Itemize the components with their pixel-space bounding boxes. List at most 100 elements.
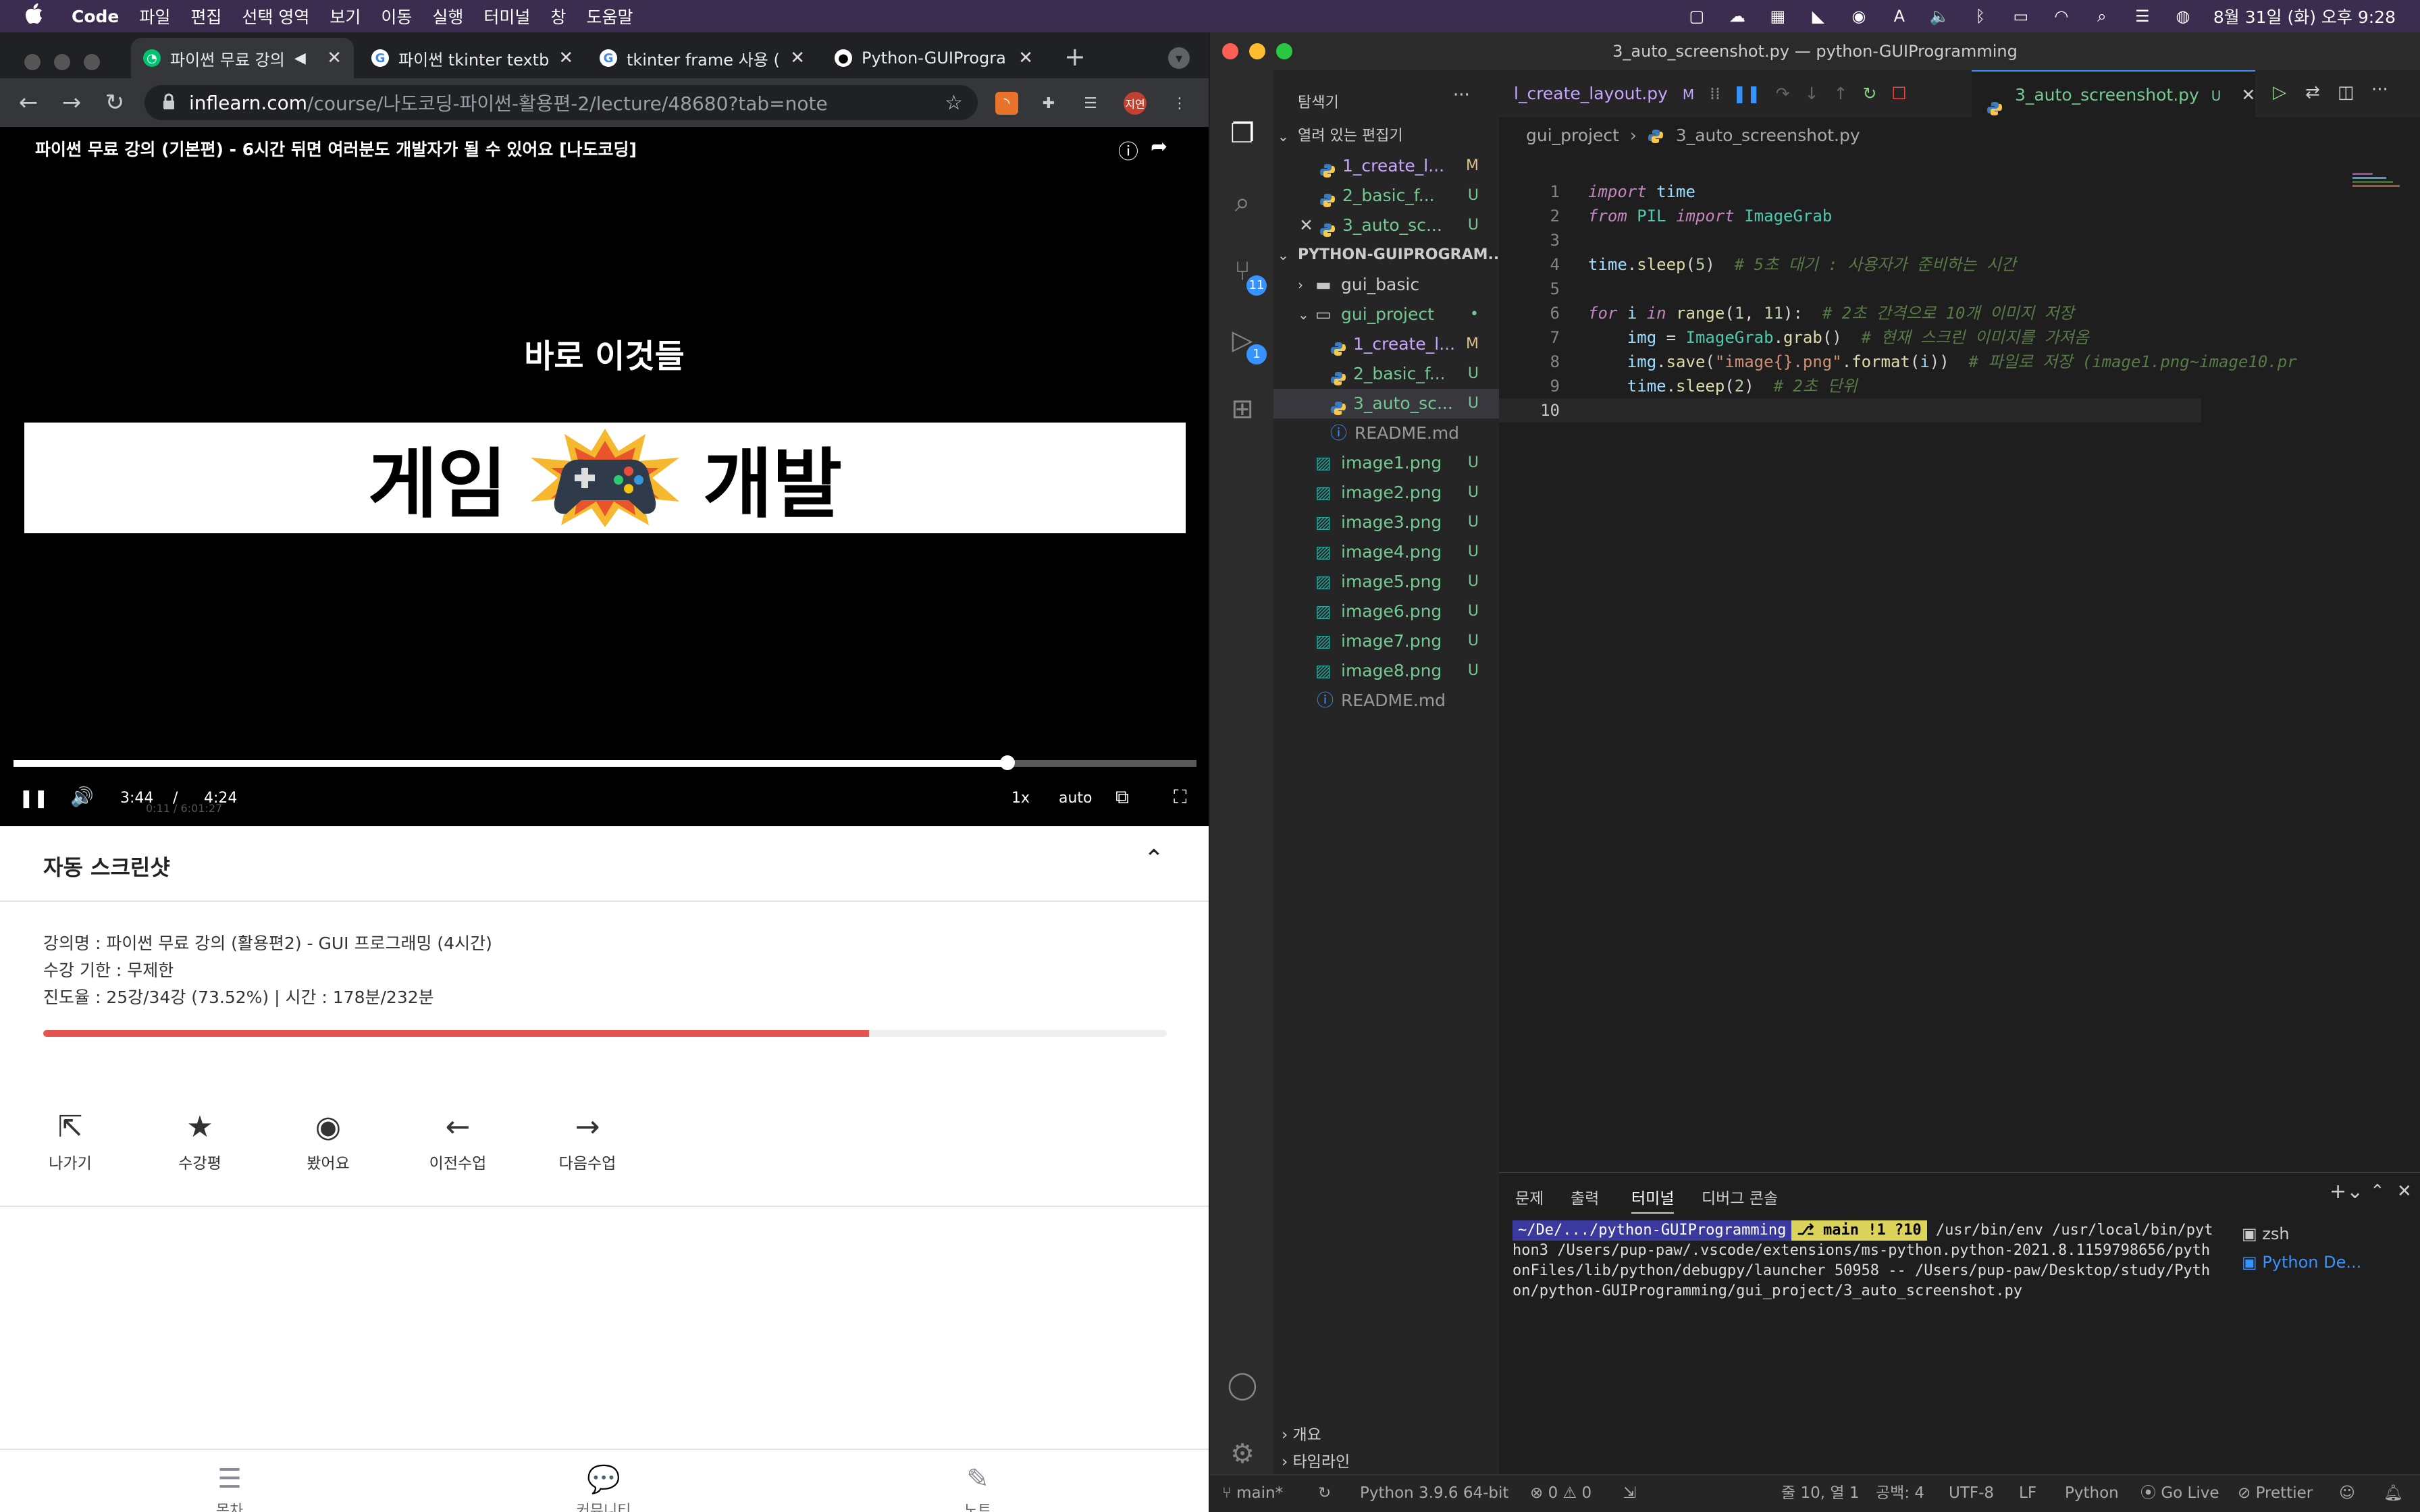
open-editor-item[interactable]: 1_create_l... M bbox=[1273, 151, 1499, 181]
menu-file[interactable]: 파일 bbox=[139, 4, 170, 28]
window-close-button[interactable] bbox=[1222, 43, 1238, 59]
tree-file[interactable]: ▨ image3.png U bbox=[1273, 508, 1499, 537]
browser-tab-google-2[interactable]: G tkinter frame 사용 ( ✕ bbox=[587, 38, 817, 78]
menu-app-name[interactable]: Code bbox=[72, 7, 119, 26]
panel-tab-terminal[interactable]: 터미널 bbox=[1631, 1185, 1675, 1214]
open-editor-item[interactable]: 2_basic_f... U bbox=[1273, 181, 1499, 211]
breadcrumb-file[interactable]: 3_auto_screenshot.py bbox=[1676, 126, 1860, 145]
screen-icon[interactable]: ▢ bbox=[1687, 7, 1707, 26]
panel-tab-debug-console[interactable]: 디버그 콘솔 bbox=[1702, 1185, 1778, 1208]
more-actions-icon[interactable]: ··· bbox=[2371, 80, 2388, 100]
address-bar[interactable]: inflearn.com/course/나도코딩-파이썬-활용편-2/lectu… bbox=[144, 85, 978, 120]
encoding[interactable]: UTF-8 bbox=[1949, 1476, 1994, 1511]
bluetooth-icon[interactable]: ᛒ bbox=[1970, 7, 1991, 26]
menu-edit[interactable]: 편집 bbox=[190, 4, 221, 28]
drag-handle-icon[interactable]: ⁞⁞ bbox=[1710, 84, 1720, 103]
tree-file[interactable]: 2_basic_f... U bbox=[1273, 359, 1499, 389]
nav-community[interactable]: 💬 커뮤니티 bbox=[563, 1463, 644, 1512]
volume-button[interactable]: 🔊 bbox=[70, 786, 94, 808]
bookmark-star-icon[interactable]: ☆ bbox=[945, 91, 963, 115]
picture-in-picture-icon[interactable]: ⧉ bbox=[1115, 786, 1129, 809]
step-over-icon[interactable]: ↷ bbox=[1776, 84, 1790, 103]
review-button[interactable]: ★ 수강평 bbox=[159, 1110, 240, 1173]
previous-lesson-button[interactable]: ← 이전수업 bbox=[417, 1110, 498, 1173]
volume-icon[interactable]: 🔈 bbox=[1930, 7, 1950, 26]
new-terminal-icon[interactable]: +⌄ bbox=[2330, 1180, 2363, 1204]
panel-tab-problems[interactable]: 문제 bbox=[1515, 1185, 1544, 1208]
maximize-panel-icon[interactable]: ⌃ bbox=[2370, 1181, 2385, 1202]
tree-file[interactable]: ⓘ README.md bbox=[1273, 686, 1499, 716]
menu-help[interactable]: 도움말 bbox=[586, 4, 633, 28]
extensions-puzzle-icon[interactable]: ✚ bbox=[1037, 92, 1060, 115]
tab-mute-icon[interactable]: ◀︎ bbox=[294, 50, 306, 67]
tree-file[interactable]: ▨ image8.png U bbox=[1273, 656, 1499, 686]
debug-pause-icon[interactable]: ❚❚ bbox=[1733, 84, 1761, 103]
minimap[interactable] bbox=[2352, 173, 2413, 200]
app-status-icon[interactable]: ◣ bbox=[1808, 7, 1829, 26]
playback-speed[interactable]: 1x bbox=[1011, 790, 1030, 807]
split-editor-icon[interactable]: ◫ bbox=[2338, 82, 2355, 103]
quality-setting[interactable]: auto bbox=[1059, 790, 1093, 807]
cursor-position[interactable]: 줄 10, 열 1 bbox=[1781, 1476, 1859, 1511]
window-zoom-button[interactable] bbox=[1276, 43, 1292, 59]
window-close-button[interactable] bbox=[24, 54, 41, 70]
menu-terminal[interactable]: 터미널 bbox=[483, 4, 530, 28]
step-out-icon[interactable]: ↑ bbox=[1834, 84, 1848, 103]
back-button[interactable]: ← bbox=[7, 89, 50, 116]
editor-tab[interactable]: l_create_layout.py M bbox=[1499, 70, 1709, 117]
chrome-menu-icon[interactable]: ⋮ bbox=[1168, 92, 1191, 115]
window-minimize-button[interactable] bbox=[1249, 43, 1265, 59]
prettier[interactable]: ⊘ Prettier bbox=[2238, 1476, 2313, 1511]
control-center-icon[interactable]: ☰ bbox=[2132, 7, 2153, 26]
editor-tab-active[interactable]: 3_auto_screenshot.py U ✕ bbox=[1972, 70, 2255, 117]
restart-icon[interactable]: ↻ bbox=[1862, 84, 1876, 103]
tab-close-icon[interactable]: ✕ bbox=[2241, 85, 2255, 105]
tree-file-selected[interactable]: 3_auto_sc... U bbox=[1273, 389, 1499, 418]
menu-view[interactable]: 보기 bbox=[330, 4, 361, 28]
project-header[interactable]: ⌄ PYTHON-GUIPROGRAM... bbox=[1273, 240, 1499, 270]
reading-list-icon[interactable]: ☰ bbox=[1079, 92, 1102, 115]
breadcrumb-folder[interactable]: gui_project bbox=[1526, 126, 1619, 145]
go-live[interactable]: ⦿ Go Live bbox=[2140, 1476, 2219, 1511]
fullscreen-icon[interactable]: ⛶ bbox=[1174, 786, 1187, 809]
apple-icon[interactable] bbox=[26, 3, 53, 29]
tree-file[interactable]: ▨ image6.png U bbox=[1273, 597, 1499, 626]
window-zoom-button[interactable] bbox=[84, 54, 100, 70]
account-icon[interactable]: ◯ bbox=[1225, 1368, 1260, 1403]
share-icon[interactable]: ➦ bbox=[1151, 135, 1167, 159]
video-player[interactable]: 파이썬 무료 강의 (기본편) - 6시간 뒤면 여러분도 개발자가 될 수 있… bbox=[0, 127, 1209, 826]
menubar-clock[interactable]: 8월 31일 (화) 오후 9:28 bbox=[2213, 4, 2396, 28]
chevron-up-icon[interactable]: ⌃ bbox=[1144, 845, 1164, 873]
tree-file[interactable]: ▨ image5.png U bbox=[1273, 567, 1499, 597]
video-progress-bar[interactable] bbox=[14, 755, 1196, 770]
panel-tab-output[interactable]: 출력 bbox=[1571, 1185, 1599, 1208]
lecture-header[interactable]: 자동 스크린샷 ⌃ bbox=[0, 826, 1209, 902]
window-minimize-button[interactable] bbox=[54, 54, 70, 70]
sync-icon[interactable]: ↻ bbox=[1318, 1476, 1331, 1511]
tab-search-button[interactable]: ▾ bbox=[1168, 47, 1190, 69]
feedback-icon[interactable]: ☺ bbox=[2339, 1476, 2355, 1511]
timeline-section[interactable]: › 타임라인 bbox=[1273, 1449, 1499, 1476]
tree-file[interactable]: ▨ image7.png U bbox=[1273, 626, 1499, 656]
stop-icon[interactable]: ☐ bbox=[1891, 84, 1906, 103]
watched-button[interactable]: ◉ 봤어요 bbox=[288, 1110, 369, 1173]
explorer-icon[interactable]: ❐ bbox=[1225, 116, 1260, 151]
wifi-icon[interactable]: ◠ bbox=[2051, 7, 2072, 26]
new-tab-button[interactable]: + bbox=[1064, 42, 1086, 72]
open-editor-item-active[interactable]: ✕ 3_auto_sc... U bbox=[1273, 211, 1499, 240]
compare-icon[interactable]: ⇄ bbox=[2305, 82, 2320, 103]
menu-run[interactable]: 실행 bbox=[432, 4, 463, 28]
nav-table-of-contents[interactable]: ☰ 목차 bbox=[189, 1463, 270, 1512]
search-icon[interactable]: ⌕ bbox=[1225, 185, 1260, 220]
tab-close-icon[interactable]: ✕ bbox=[327, 48, 342, 68]
video-title[interactable]: 파이썬 무료 강의 (기본편) - 6시간 뒤면 여러분도 개발자가 될 수 있… bbox=[35, 136, 637, 161]
extensions-icon[interactable]: ⊞ bbox=[1225, 392, 1260, 427]
tree-file[interactable]: 1_create_l... M bbox=[1273, 329, 1499, 359]
rss-extension-icon[interactable]: ◝ bbox=[995, 92, 1018, 115]
siri-icon[interactable]: ◍ bbox=[2173, 7, 2193, 26]
next-lesson-button[interactable]: → 다음수업 bbox=[547, 1110, 628, 1173]
tab-close-icon[interactable]: ✕ bbox=[558, 48, 573, 68]
close-icon[interactable]: ✕ bbox=[1299, 211, 1313, 240]
indentation[interactable]: 공백: 4 bbox=[1876, 1476, 1924, 1511]
tree-file[interactable]: ⓘ README.md bbox=[1273, 418, 1499, 448]
